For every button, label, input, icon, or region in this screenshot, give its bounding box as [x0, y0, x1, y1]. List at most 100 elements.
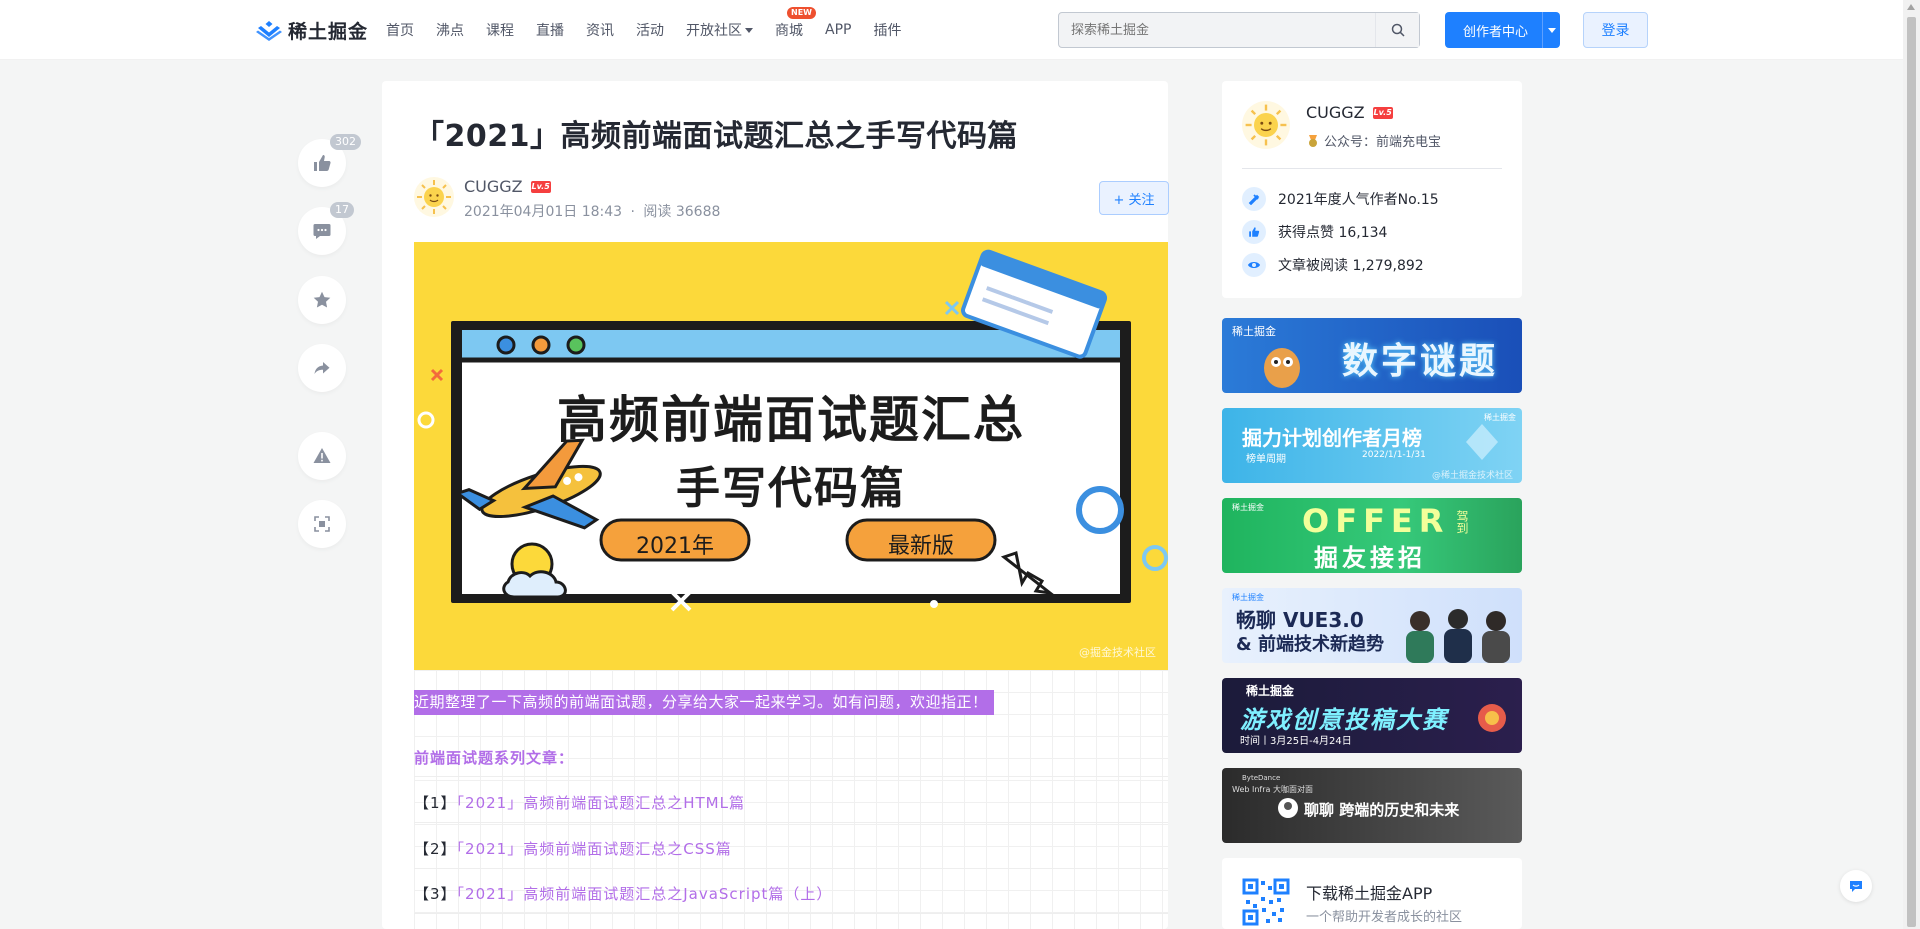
share-action — [298, 344, 346, 392]
series-link[interactable]: 「2021」高频前端面试题汇总之CSS篇 — [457, 840, 732, 858]
fullscreen-button[interactable] — [298, 500, 346, 548]
nav-label: 直播 — [536, 23, 564, 39]
nav-item-open-community[interactable]: 开放社区 — [686, 20, 753, 40]
author-name[interactable]: CUGGZ — [464, 177, 523, 196]
banner-title: 数字谜题 — [1342, 341, 1499, 382]
like-count-badge: 302 — [330, 134, 361, 150]
series-link-item: 【1】「2021」高频前端面试题汇总之HTML篇 — [414, 792, 745, 813]
cover-tag-year: 2021年 — [636, 534, 714, 559]
nav-item-home[interactable]: 首页 — [386, 20, 414, 40]
speaker-avatar — [1278, 798, 1298, 818]
download-title: 下载稀土掘金APP — [1306, 884, 1433, 903]
banner-date: 2022/1/1-1/31 — [1362, 450, 1426, 460]
follow-button[interactable]: + 关注 — [1099, 181, 1169, 215]
download-app-card[interactable]: 下载稀土掘金APP 一个帮助开发者成长的社区 — [1222, 858, 1522, 929]
banner-game-contest[interactable]: 稀土掘金 游戏创意投稿大赛 时间丨3月25日-4月24日 — [1222, 678, 1522, 753]
thumbs-up-icon — [1242, 220, 1266, 244]
banner-creator-rank[interactable]: 稀土掘金 掘力计划创作者月榜 榜单周期 2022/1/1-1/31 @稀土掘金技… — [1222, 408, 1522, 483]
author-avatar[interactable] — [414, 177, 454, 217]
article-cover-image: 高频前端面试题汇总 手写代码篇 2021年 最新版 TICKET @掘金技术社区 — [414, 242, 1168, 670]
cover-headline-2: 手写代码篇 — [676, 463, 906, 514]
collect-action — [298, 276, 346, 324]
creator-center-button[interactable]: 创作者中心 — [1445, 12, 1560, 48]
chevron-down-icon — [745, 28, 753, 33]
search-box — [1058, 12, 1420, 48]
juejin-logo[interactable]: 稀土掘金 — [255, 16, 368, 44]
thumbs-up-icon — [314, 155, 331, 171]
card-author-name[interactable]: CUGGZ — [1306, 103, 1365, 122]
banner-brand: 稀土掘金 — [1232, 503, 1264, 512]
cover-watermark: @掘金技术社区 — [1079, 646, 1156, 659]
nav-item-courses[interactable]: 课程 — [486, 20, 514, 40]
banner-vue3[interactable]: 稀土掘金 畅聊 VUE3.0 & 前端技术新趋势 — [1222, 588, 1522, 663]
search-input[interactable] — [1059, 13, 1377, 47]
series-link[interactable]: 「2021」高频前端面试题汇总之HTML篇 — [457, 794, 745, 812]
banner-number-puzzle[interactable]: 稀土掘金 数字谜题 — [1222, 318, 1522, 393]
series-link-item: 【3】「2021」高频前端面试题汇总之JavaScript篇（上） — [414, 883, 832, 904]
author-job-text: 公众号：前端充电宝 — [1324, 135, 1442, 150]
stat-popular-author: 2021年度人气作者No.15 — [1242, 187, 1439, 211]
rocket-icon — [1478, 704, 1506, 732]
logo-text: 稀土掘金 — [288, 20, 369, 43]
nav-label: 商城 — [775, 23, 803, 39]
author-card-avatar[interactable] — [1242, 101, 1290, 149]
nav-item-live[interactable]: 直播 — [536, 20, 564, 40]
comment-action: 17 — [298, 202, 354, 255]
divider — [414, 868, 1168, 869]
banner-brand: 稀土掘金 — [1246, 684, 1295, 698]
banner-watermark: @稀土掘金技术社区 — [1432, 471, 1514, 481]
banner-title: 聊聊 跨端的历史和未来 — [1304, 801, 1460, 819]
qr-code-icon — [1242, 878, 1290, 926]
new-badge: NEW — [787, 7, 816, 19]
banner-side-text: 驾到 — [1455, 510, 1469, 534]
cover-headline-1: 高频前端面试题汇总 — [557, 391, 1025, 449]
share-button[interactable] — [298, 344, 346, 392]
view-count: 阅读 36688 — [643, 204, 721, 220]
banner-sub: Web Infra 大咖面对面 — [1232, 785, 1313, 794]
level-badge: Lv.5 — [1372, 106, 1393, 119]
page-scrollbar[interactable] — [1903, 0, 1920, 929]
creator-dropdown-toggle[interactable] — [1542, 12, 1560, 48]
comment-button[interactable]: 17 — [298, 202, 354, 255]
search-button[interactable] — [1375, 13, 1419, 47]
share-icon — [314, 362, 330, 374]
nav-item-plugins[interactable]: 插件 — [873, 20, 901, 40]
nav-item-events[interactable]: 活动 — [636, 20, 664, 40]
chat-bubble-icon — [1850, 881, 1862, 892]
nav-item-news[interactable]: 资讯 — [586, 20, 614, 40]
nav-item-app[interactable]: APP — [825, 22, 851, 38]
medal-icon — [1309, 134, 1317, 147]
search-icon — [1391, 23, 1405, 37]
article-card: 「2021」高频前端面试题汇总之手写代码篇 CUGGZ Lv.5 2021年04… — [382, 81, 1169, 929]
banner-offer[interactable]: 稀土掘金 OFFER 驾到 掘友接招 — [1222, 498, 1522, 573]
eye-icon — [1242, 253, 1266, 277]
banner-brand: 稀土掘金 — [1232, 593, 1264, 602]
collect-button[interactable] — [298, 276, 346, 324]
banner-cross-platform[interactable]: ByteDance Web Infra 大咖面对面 聊聊 跨端的历史和未来 — [1222, 768, 1522, 843]
series-heading: 前端面试题系列文章： — [414, 749, 575, 767]
nav-label: 开放社区 — [686, 23, 742, 39]
publish-date: 2021年04月01日 18:43 — [464, 204, 623, 220]
author-name-row: CUGGZ Lv.5 — [464, 177, 551, 196]
banner-title-2: & 前端技术新趋势 — [1236, 634, 1384, 655]
nav-label: 活动 — [636, 23, 664, 39]
report-action — [298, 432, 346, 480]
cover-tag-new: 最新版 — [887, 534, 954, 559]
article-intro: 近期整理了一下高频的前端面试题，分享给大家一起来学习。如有问题，欢迎指正！ — [414, 690, 994, 715]
banner-title: 畅聊 VUE3.0 — [1236, 608, 1364, 632]
nav-label: 插件 — [873, 23, 902, 39]
nav-item-pins[interactable]: 沸点 — [436, 20, 464, 40]
scroll-up-arrow-icon[interactable] — [1907, 4, 1915, 10]
login-button[interactable]: 登录 — [1583, 12, 1648, 48]
feedback-button[interactable] — [1840, 870, 1872, 902]
report-button[interactable] — [298, 432, 346, 480]
series-link[interactable]: 「2021」高频前端面试题汇总之JavaScript篇（上） — [457, 885, 833, 903]
nav-label: 沸点 — [436, 23, 464, 39]
main-nav: 首页 沸点 课程 直播 资讯 活动 开放社区 商城 NEW APP 插件 — [386, 0, 923, 60]
stat-text: 获得点赞 16,134 — [1278, 225, 1388, 241]
link-number: 【3】 — [414, 885, 457, 903]
nav-item-shop[interactable]: 商城 NEW — [775, 7, 816, 40]
like-button[interactable]: 302 — [298, 134, 361, 187]
scrollbar-thumb[interactable] — [1907, 17, 1916, 927]
divider — [414, 776, 1168, 777]
